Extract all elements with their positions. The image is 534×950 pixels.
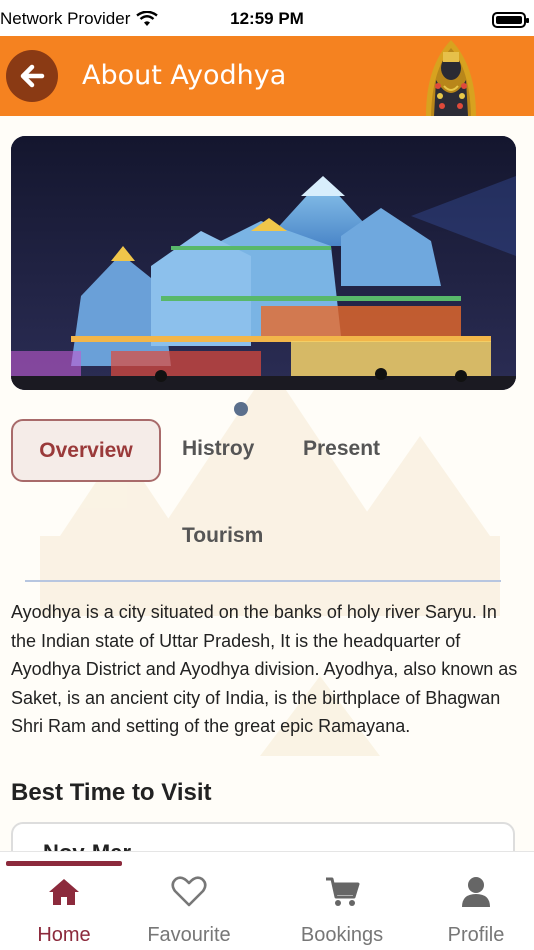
clock: 12:59 PM bbox=[230, 9, 304, 28]
nav-profile[interactable]: Profile bbox=[416, 874, 534, 947]
temple-illustration bbox=[11, 136, 516, 390]
tab-history[interactable]: Histroy bbox=[182, 437, 254, 461]
tab-present[interactable]: Present bbox=[303, 437, 380, 461]
nav-bookings-label: Bookings bbox=[300, 924, 384, 946]
status-bar: Network Provider 12:59 PM bbox=[0, 0, 534, 36]
app-header: About Ayodhya bbox=[0, 36, 534, 116]
temple-carousel-image[interactable] bbox=[11, 136, 516, 390]
tab-overview[interactable]: Overview bbox=[11, 419, 161, 482]
active-nav-indicator bbox=[6, 861, 122, 866]
tab-tourism[interactable]: Tourism bbox=[182, 524, 263, 548]
arrow-left-icon bbox=[20, 64, 45, 88]
nav-profile-label: Profile bbox=[447, 924, 505, 946]
best-time-heading: Best Time to Visit bbox=[11, 779, 212, 806]
deity-image bbox=[416, 36, 486, 116]
home-icon bbox=[49, 879, 79, 905]
battery-icon bbox=[492, 12, 529, 28]
page-title: About Ayodhya bbox=[82, 60, 287, 91]
cart-icon bbox=[326, 877, 360, 906]
nav-favourite[interactable]: Favourite bbox=[129, 874, 249, 947]
nav-bookings[interactable]: Bookings bbox=[282, 874, 402, 947]
overview-text: Ayodhya is a city situated on the banks … bbox=[11, 602, 518, 736]
heart-icon bbox=[171, 876, 207, 907]
back-button[interactable] bbox=[6, 50, 58, 102]
nav-favourite-label: Favourite bbox=[147, 924, 231, 946]
tabs-divider bbox=[25, 580, 501, 582]
bottom-nav: Home Favourite Bookings Profile bbox=[0, 851, 534, 950]
nav-home-label: Home bbox=[37, 924, 91, 946]
nav-home[interactable]: Home bbox=[4, 874, 124, 947]
person-icon bbox=[462, 877, 490, 907]
carousel-indicator-dot[interactable] bbox=[234, 402, 248, 416]
